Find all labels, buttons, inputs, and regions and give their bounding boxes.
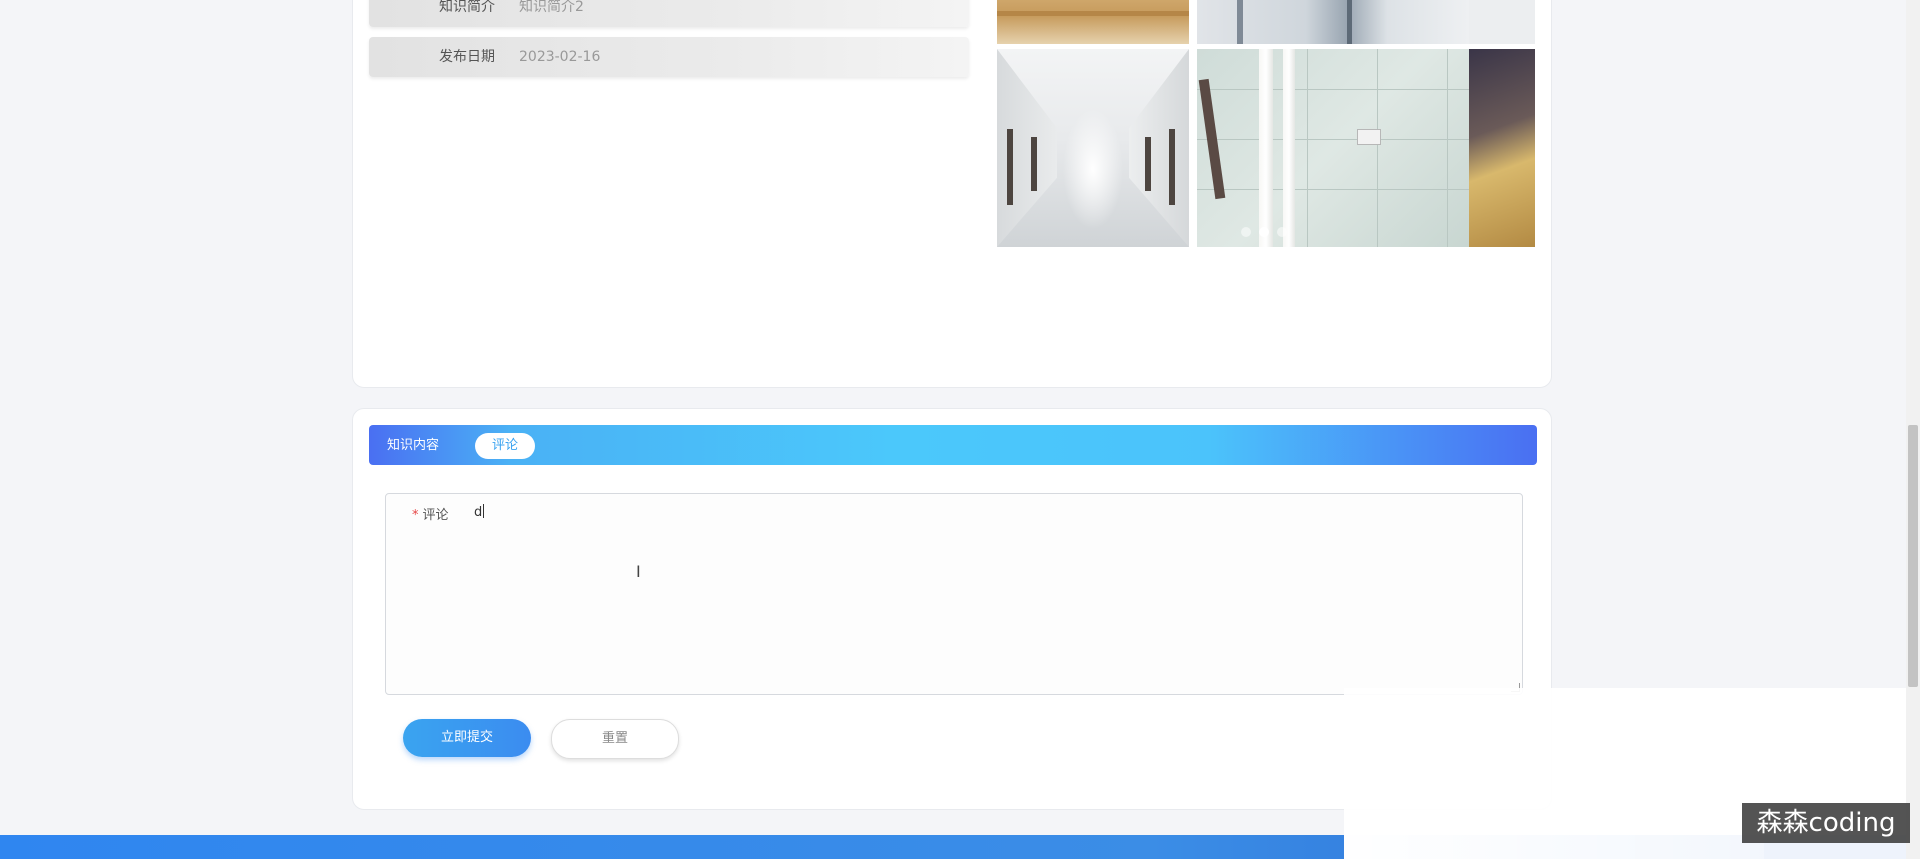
gallery-image-window[interactable] (1469, 49, 1535, 247)
wall-pipe (1259, 49, 1273, 247)
faucet (1357, 129, 1381, 145)
gallery-image-edge[interactable] (1469, 0, 1535, 44)
intro-value: 知识简介2 (519, 0, 584, 15)
hallway-door (1031, 137, 1037, 191)
comment-input-value[interactable]: d (474, 504, 484, 520)
hallway-left-wall (997, 49, 1057, 247)
hallway-door (1169, 129, 1175, 205)
info-row-intro: 知识简介 知识简介2 (369, 0, 969, 27)
comment-label-text: 评论 (422, 508, 449, 523)
gallery-image-bed[interactable] (997, 0, 1189, 44)
tile-line (1197, 139, 1469, 140)
submit-button[interactable]: 立即提交 (403, 719, 531, 757)
gallery-pagination (1241, 227, 1287, 237)
gallery-image-bunk-rail[interactable] (1197, 0, 1469, 44)
tab-bar: 知识内容 评论 (369, 425, 1537, 465)
tile-line (1197, 89, 1469, 90)
footer-overlay-fade (1344, 835, 1764, 859)
text-cursor-icon: I (636, 562, 641, 581)
tile-line (1197, 189, 1469, 190)
date-label: 发布日期 (439, 49, 495, 65)
gallery-image-bathroom-wall[interactable] (1197, 49, 1469, 247)
date-value: 2023-02-16 (519, 49, 601, 65)
hallway-right-wall (1129, 49, 1189, 247)
intro-label: 知识简介 (439, 0, 495, 15)
info-row-date: 发布日期 2023-02-16 (369, 37, 969, 77)
scrollbar-thumb[interactable] (1908, 425, 1918, 687)
comment-textarea[interactable]: * 评论 d I (385, 493, 1523, 695)
wall-pipe (1283, 49, 1295, 247)
knowledge-info-card: 知识简介 知识简介2 发布日期 2023-02-16 (352, 0, 1552, 388)
comment-label: * 评论 (412, 504, 449, 523)
tile-line (1307, 49, 1308, 247)
hallway-door (1007, 129, 1013, 205)
hallway-door (1145, 137, 1151, 191)
gallery-dot[interactable] (1241, 227, 1251, 237)
tab-knowledge-content[interactable]: 知识内容 (387, 433, 439, 459)
gallery-image-hallway[interactable] (997, 49, 1189, 247)
tile-line (1447, 49, 1448, 247)
tile-line (1377, 49, 1378, 247)
watermark-badge: 森森coding (1742, 803, 1910, 843)
tab-comment[interactable]: 评论 (475, 433, 535, 459)
gallery-dot[interactable] (1277, 227, 1287, 237)
required-asterisk: * (412, 508, 419, 523)
reset-button[interactable]: 重置 (551, 719, 679, 759)
gallery-dot-active[interactable] (1259, 227, 1269, 237)
